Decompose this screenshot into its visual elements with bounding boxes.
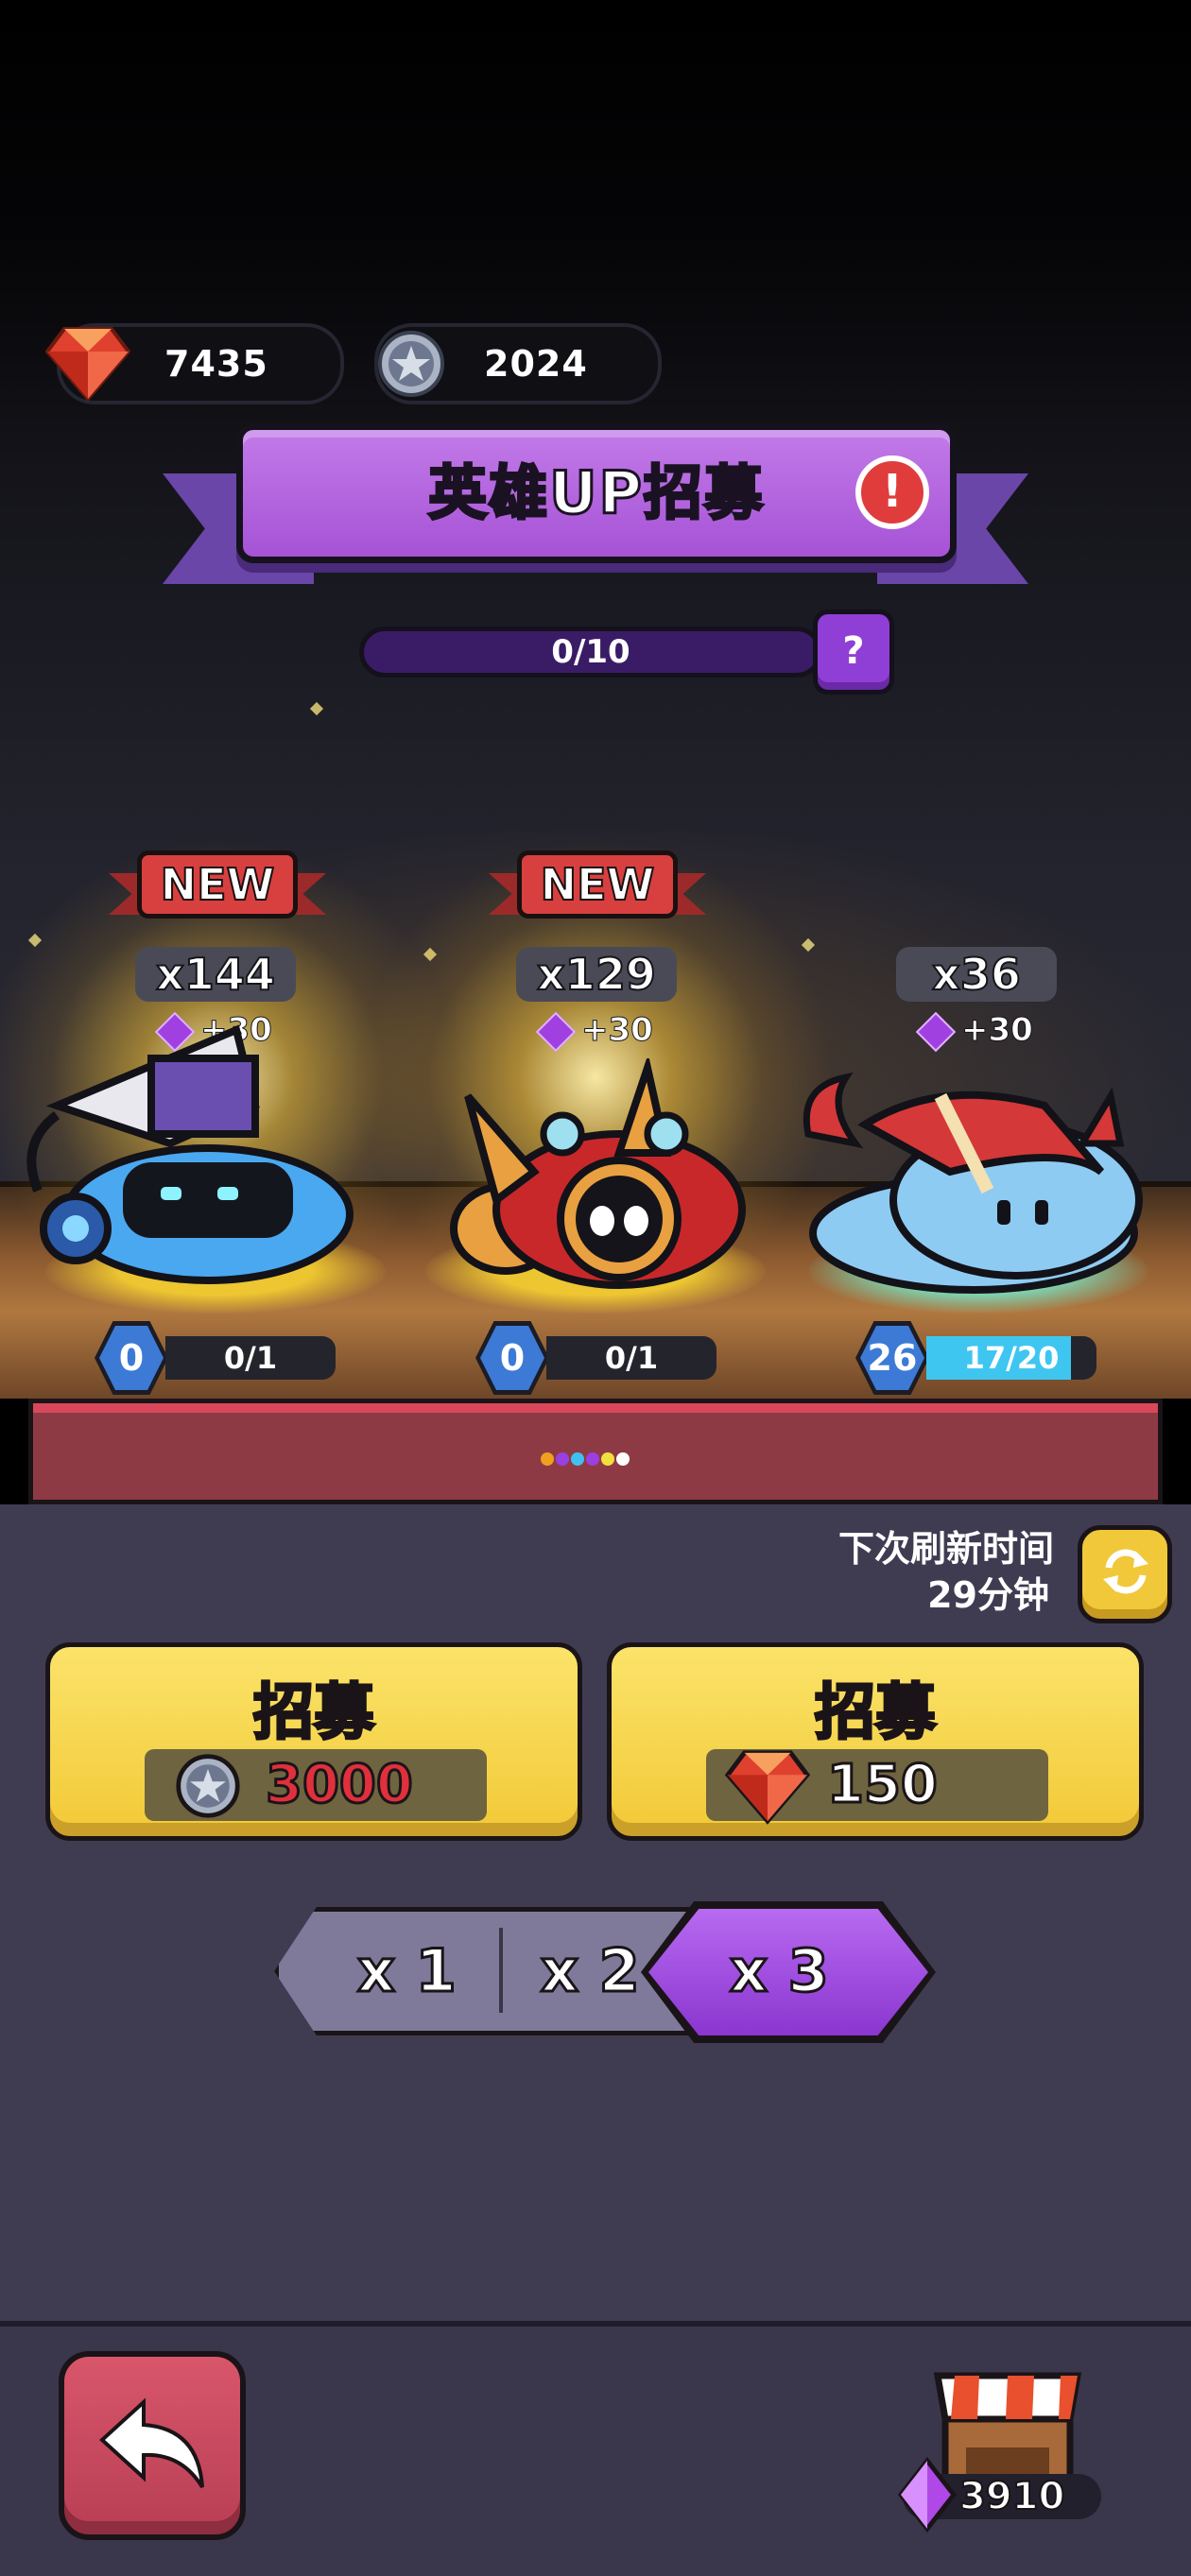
refresh-label: 下次刷新时间: [837, 1528, 1054, 1570]
hero-2-count: x129: [516, 947, 677, 1002]
recruit-coin-price: 3000: [145, 1749, 487, 1821]
hero-1-robot-slime[interactable]: [19, 1002, 378, 1285]
hero-2-new-badge: NEW: [489, 850, 706, 926]
back-arrow-icon: [99, 2397, 204, 2489]
ruby-count: 7435: [164, 343, 268, 385]
silver-star-coin-icon: [176, 1754, 240, 1818]
hero-3-bonus: +30: [915, 1009, 1082, 1052]
silver-star-coin-icon: [378, 331, 444, 397]
hero-1-shard-text: 0/1: [223, 1340, 278, 1376]
hero-2-shard-text: 0/1: [604, 1340, 659, 1376]
page-dot[interactable]: [556, 1452, 569, 1466]
banner-title: 英雄UP招募: [427, 457, 765, 529]
recruit-ruby-label: 招募: [814, 1677, 938, 1750]
multiplier-option-x3[interactable]: x 3: [729, 1933, 831, 2009]
info-button[interactable]: !: [855, 455, 929, 529]
page-dot[interactable]: [571, 1452, 584, 1466]
coin-count: 2024: [484, 343, 588, 385]
recruit-ruby-price-value: 150: [826, 1753, 940, 1817]
hero-3-bonus-value: +30: [961, 1011, 1034, 1050]
page-dot[interactable]: [601, 1452, 614, 1466]
sparkle: [309, 701, 324, 716]
ruby-gem-icon: [725, 1750, 810, 1825]
purple-gem-icon: [915, 1011, 957, 1052]
multiplier-option-x2[interactable]: x 2: [540, 1933, 642, 2009]
refresh-button[interactable]: [1078, 1525, 1172, 1623]
hero-1-shard-bar: 0/1: [165, 1336, 336, 1380]
purple-gem-icon: [897, 2457, 958, 2533]
hero-2-bonus: +30: [535, 1009, 702, 1052]
page-dot[interactable]: [541, 1452, 554, 1466]
hero-3-count: x36: [896, 947, 1057, 1002]
recruit-ruby-price: 150: [706, 1749, 1048, 1825]
hero-3-level: 26: [860, 1326, 924, 1390]
hero-2-aviator-slime[interactable]: [430, 1058, 761, 1295]
hero-1-new-label: NEW: [137, 850, 298, 919]
recruit-progress-bar: 0/10: [359, 627, 822, 678]
hero-1-count: x144: [135, 947, 296, 1002]
hero-2-bonus-value: +30: [581, 1011, 654, 1050]
hero-2-shard-bar: 0/1: [546, 1336, 716, 1380]
help-button[interactable]: ?: [813, 610, 894, 695]
recruit-coin-button[interactable]: 招募 3000: [45, 1642, 582, 1841]
hero-3-horned-slime[interactable]: [799, 1068, 1148, 1295]
refresh-time: 29分钟: [927, 1574, 1049, 1616]
purple-gem-icon: [535, 1011, 577, 1052]
page-indicator-dots[interactable]: [541, 1451, 631, 1467]
multiplier-option-x1[interactable]: x 1: [356, 1933, 458, 2009]
gem-balance: 3910: [897, 2457, 1101, 2533]
hero-3-shard-text: 17/20: [963, 1340, 1060, 1376]
multiplier-divider: [499, 1928, 503, 2013]
hero-2-level: 0: [480, 1326, 544, 1390]
page-dot[interactable]: [616, 1452, 630, 1466]
ruby-counter: 7435: [45, 323, 344, 404]
hero-2-new-label: NEW: [517, 850, 678, 919]
page-dot[interactable]: [586, 1452, 599, 1466]
back-button[interactable]: [59, 2351, 246, 2540]
ruby-gem-icon: [45, 327, 130, 403]
refresh-icon: [1103, 1549, 1148, 1594]
recruit-coin-label: 招募: [252, 1677, 376, 1750]
event-banner: 英雄UP招募: [236, 423, 957, 563]
hero-3-shard-bar: 17/20: [926, 1336, 1096, 1380]
recruit-progress-text: 0/10: [551, 633, 630, 671]
hero-1-level: 0: [99, 1326, 164, 1390]
hero-1-new-badge: NEW: [109, 850, 326, 926]
coin-counter: 2024: [374, 323, 662, 404]
gem-balance-value: 3910: [958, 2474, 1065, 2519]
recruit-coin-price-value: 3000: [265, 1753, 415, 1817]
recruit-ruby-button[interactable]: 招募 150: [607, 1642, 1144, 1841]
